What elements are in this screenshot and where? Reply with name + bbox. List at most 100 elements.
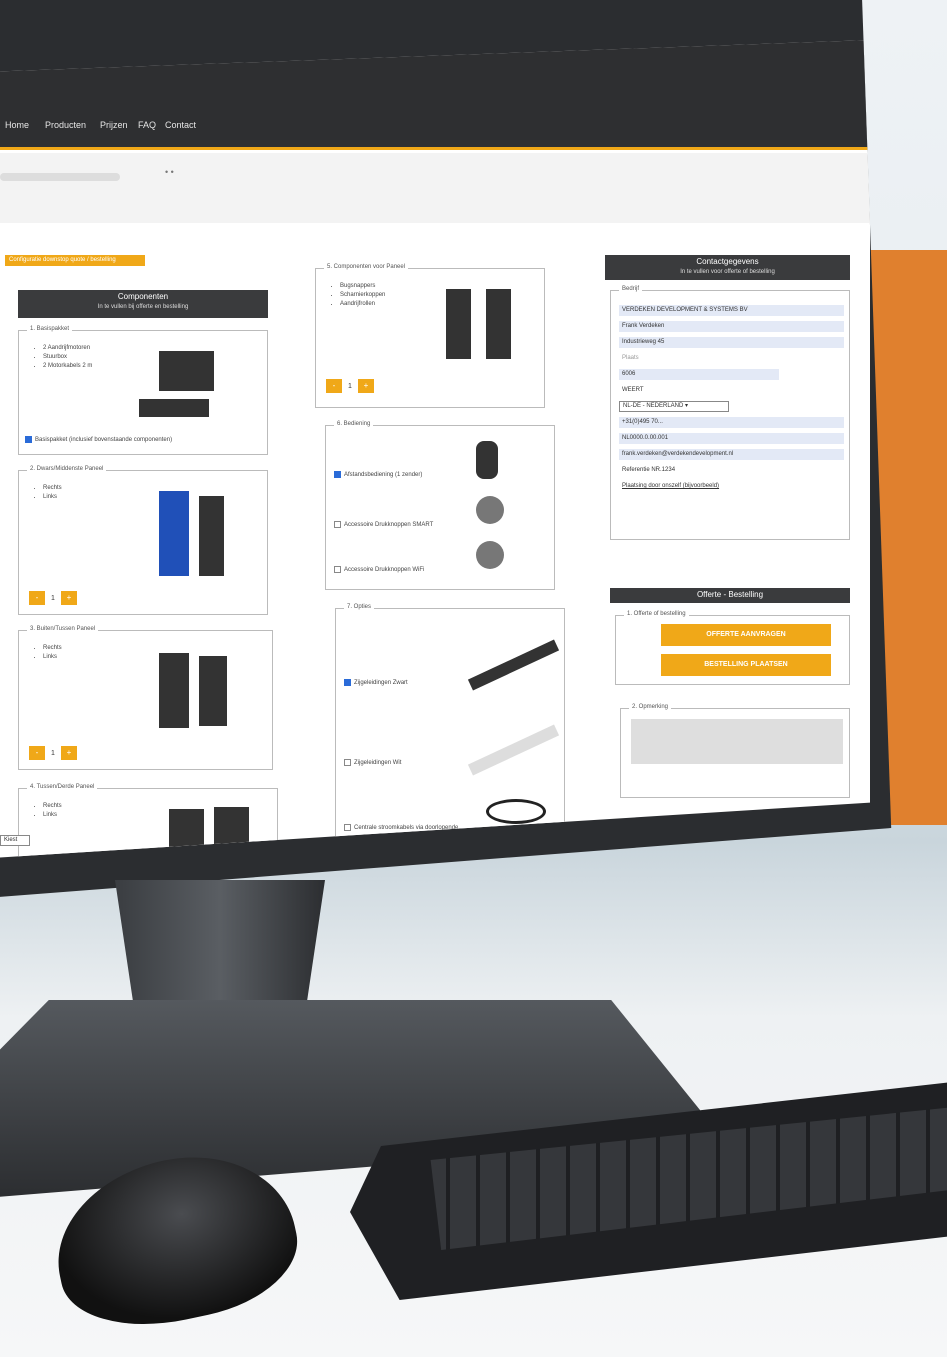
checkbox-icon[interactable] (344, 824, 351, 831)
bullet-list: Rechts Links (33, 645, 62, 663)
panel-image (199, 496, 224, 576)
qty-stepper[interactable]: - 1 + (29, 746, 77, 760)
monitor: Home Producten Prijzen FAQ Contact • • C… (0, 0, 892, 900)
checkbox-icon[interactable] (334, 471, 341, 478)
checkbox-label: Accessoire Drukknoppen WiFi (344, 566, 425, 573)
components-title: Componenten (117, 292, 169, 301)
cable-image (486, 799, 546, 824)
checkbox-label: Zijgeleidingen Zwart (354, 679, 408, 686)
bullet-list: Rechts Links (33, 485, 62, 503)
country-value: NL-DE - NEDERLAND (623, 403, 684, 409)
checkbox-label: Zijgeleidingen Wit (354, 759, 402, 766)
components-subtitle: In te vullen bij offerte en bestelling (97, 304, 189, 310)
quote-button[interactable]: OFFERTE AANVRAGEN (661, 624, 831, 646)
checkbox-icon[interactable] (25, 436, 32, 443)
nav-contact[interactable]: Contact (165, 120, 196, 130)
reference-field[interactable]: Referentie NR.1234 (619, 465, 844, 476)
street-field[interactable]: Industrieweg 45 (619, 337, 844, 348)
list-item: Links (43, 654, 62, 660)
list-item: Rechts (43, 645, 62, 651)
contact-title: Contactgegevens (696, 257, 759, 266)
motor-image (159, 351, 214, 391)
checkbox-icon[interactable] (334, 521, 341, 528)
list-item: Rechts (43, 485, 62, 491)
minus-button[interactable]: - (326, 379, 342, 393)
contact-panel: Bedrijf VERDEKEN DEVELOPMENT & SYSTEMS B… (610, 286, 850, 540)
left-dropdown[interactable]: Kiest (0, 835, 30, 846)
config-tag: Configuratie downstop quote / bestelling (5, 255, 145, 266)
remark-textarea[interactable] (631, 719, 843, 764)
zip-field[interactable]: 6006 (619, 369, 779, 380)
city-label: Plaats (622, 355, 639, 361)
order-button[interactable]: BESTELLING PLAATSEN (661, 654, 831, 676)
remark-panel: 2. Opmerking (620, 704, 850, 798)
order-header: Offerte - Bestelling (610, 588, 850, 603)
panel-title: 2. Dwars/Middenste Paneel (27, 466, 107, 472)
checkbox-label: Basispakket (inclusief bovenstaande comp… (35, 436, 173, 443)
option-checkbox[interactable]: Accessoire Drukknoppen SMART (334, 521, 433, 528)
nav-bar: Home Producten Prijzen FAQ Contact (0, 110, 870, 140)
contact-header: Contactgegevens In te vullen voor offert… (605, 255, 850, 280)
vat-field[interactable]: NL0000.0.00.001 (619, 433, 844, 444)
qty-value[interactable]: 1 (348, 383, 352, 390)
option-checkbox[interactable]: Afstandsbediening (1 zender) (334, 471, 422, 478)
list-item: Bugsnappers (340, 283, 385, 289)
list-item: Links (43, 812, 62, 818)
note-field[interactable]: Plaatsing door onszelf (bijvoorbeeld) (619, 481, 844, 492)
email-field[interactable]: frank.verdeken@verdekendevelopment.nl (619, 449, 844, 460)
list-item: 2 Aandrijfmotoren (43, 345, 92, 351)
basispakket-checkbox[interactable]: Basispakket (inclusief bovenstaande comp… (25, 436, 172, 443)
nav-products[interactable]: Producten (45, 120, 86, 130)
button-image (476, 496, 504, 524)
qty-value[interactable]: 1 (51, 750, 55, 757)
nav-prices[interactable]: Prijzen (100, 120, 128, 130)
option-checkbox[interactable]: Accessoire Drukknoppen WiFi (334, 566, 424, 573)
panel-title: 5. Componenten voor Paneel (324, 264, 409, 270)
screen: Home Producten Prijzen FAQ Contact • • C… (0, 40, 870, 860)
list-item: Stuurbox (43, 354, 92, 360)
panel-image (199, 656, 227, 726)
checkbox-label: Centrale stroomkabels via doorlopende (354, 824, 459, 831)
component-image (446, 289, 471, 359)
qty-stepper[interactable]: - 1 + (29, 591, 77, 605)
remote-image (476, 441, 498, 479)
rail-black-image (467, 639, 560, 691)
checkbox-icon[interactable] (344, 759, 351, 766)
panel-dwars: 2. Dwars/Middenste Paneel Rechts Links -… (18, 466, 268, 615)
qty-stepper[interactable]: - 1 + (326, 379, 374, 393)
phone-field[interactable]: +31(0)495 70... (619, 417, 844, 428)
option-checkbox[interactable]: Zijgeleidingen Wit (344, 759, 401, 766)
city-field[interactable]: WEERT (619, 385, 779, 396)
option-checkbox[interactable]: Zijgeleidingen Zwart (344, 679, 408, 686)
contact-subtitle: In te vullen voor offerte of bestelling (680, 269, 775, 275)
qty-value[interactable]: 1 (51, 595, 55, 602)
plus-button[interactable]: + (60, 591, 77, 605)
option-checkbox[interactable]: Centrale stroomkabels via doorlopende (344, 824, 458, 831)
plus-button[interactable]: + (357, 379, 374, 393)
minus-button[interactable]: - (29, 746, 45, 760)
nav-faq[interactable]: FAQ (138, 120, 156, 130)
nav-home[interactable]: Home (5, 120, 29, 130)
minus-button[interactable]: - (29, 591, 45, 605)
dropdown-value: Kiest (4, 837, 18, 843)
order-panel: 1. Offerte of bestelling OFFERTE AANVRAG… (615, 611, 850, 685)
panel-image (159, 653, 189, 728)
plus-button[interactable]: + (60, 746, 77, 760)
checkbox-icon[interactable] (344, 679, 351, 686)
list-item: Links (43, 494, 62, 500)
rail-white-image (467, 724, 560, 776)
checkbox-label: Afstandsbediening (1 zender) (344, 471, 423, 478)
panel-title: 4. Tussen/Derde Paneel (27, 784, 98, 790)
country-select[interactable]: NL-DE - NEDERLAND ▾ (619, 401, 729, 412)
list-item: Aandrijfrollen (340, 301, 385, 307)
list-item: Scharnierkoppen (340, 292, 385, 298)
checkbox-icon[interactable] (334, 566, 341, 573)
panel-title: 2. Opmerking (629, 704, 672, 710)
panel-tussen: 4. Tussen/Derde Paneel Rechts Links (18, 784, 278, 860)
panel-title: 3. Buiten/Tussen Paneel (27, 626, 99, 632)
name-field[interactable]: Frank Verdeken (619, 321, 844, 332)
breadcrumb (0, 173, 120, 181)
panel-title: 6. Bediening (334, 421, 374, 427)
company-field[interactable]: VERDEKEN DEVELOPMENT & SYSTEMS BV (619, 305, 844, 316)
list-item: 2 Motorkabels 2 m (43, 363, 92, 369)
